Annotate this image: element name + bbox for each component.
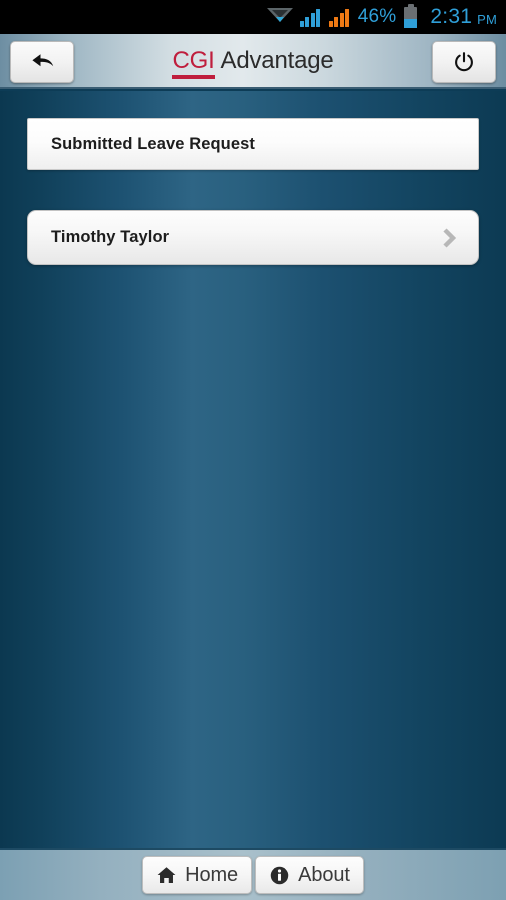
signal-bars-icon-primary [299, 8, 322, 27]
brand-name-secondary: Advantage [220, 46, 334, 74]
app-header: CGI Advantage [0, 34, 506, 89]
back-button[interactable] [10, 41, 74, 83]
about-button-label: About [298, 863, 350, 886]
info-icon [270, 866, 289, 884]
home-button[interactable]: Home [142, 856, 253, 894]
power-icon [455, 52, 473, 72]
clock-ampm: PM [477, 11, 497, 27]
battery-icon [404, 3, 418, 28]
about-button[interactable]: About [255, 856, 364, 894]
app-title: CGI Advantage [0, 46, 506, 79]
wifi-icon [266, 7, 293, 27]
back-arrow-icon [32, 54, 54, 67]
section-header: Submitted Leave Request [27, 118, 479, 170]
section-header-label: Submitted Leave Request [51, 134, 256, 153]
phone-screen: 46% 2:31 PM CGI Advantage Submitted Leave… [0, 0, 506, 900]
home-icon [157, 866, 176, 883]
signal-bars-icon-secondary [328, 8, 351, 27]
home-button-label: Home [185, 863, 239, 886]
battery-percent-label: 46% [357, 6, 397, 27]
status-bar: 46% 2:31 PM [0, 0, 506, 34]
chevron-right-icon [441, 226, 458, 250]
list-item-timothy-taylor[interactable]: Timothy Taylor [27, 210, 479, 265]
brand-name-primary: CGI [172, 46, 215, 79]
content-area: Submitted Leave Request Timothy Taylor [0, 91, 506, 848]
power-button[interactable] [432, 41, 496, 83]
clock-time: 2:31 [430, 5, 473, 28]
bottom-toolbar: Home About [0, 848, 506, 900]
list-item-label: Timothy Taylor [51, 228, 170, 246]
